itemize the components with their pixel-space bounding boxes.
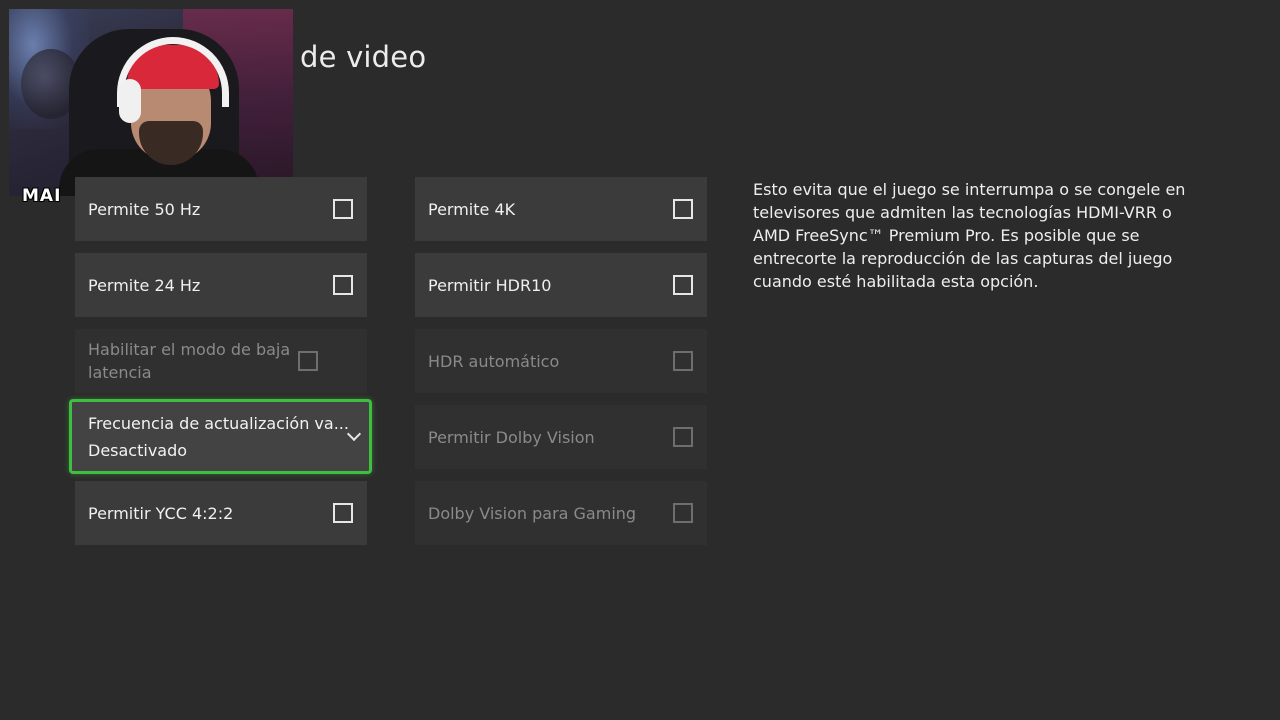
checkbox[interactable] (673, 199, 693, 219)
setting-label: Permite 50 Hz (88, 199, 201, 219)
dropdown-texts: Frecuencia de actualización va... Desact… (88, 414, 349, 460)
setting-label: Permite 4K (428, 199, 516, 219)
setting-vrr-dropdown[interactable]: Frecuencia de actualización va... Desact… (69, 399, 372, 474)
setting-permitir-hdr10[interactable]: Permitir HDR10 (415, 253, 707, 317)
setting-baja-latencia[interactable]: Habilitar el modo de baja latencia (75, 329, 367, 393)
setting-permitir-ycc[interactable]: Permitir YCC 4:2:2 (75, 481, 367, 545)
checkbox[interactable] (333, 199, 353, 219)
setting-hdr-automatico[interactable]: HDR automático (415, 329, 707, 393)
setting-label: HDR automático (428, 351, 560, 371)
setting-label: Permitir Dolby Vision (428, 427, 595, 447)
checkbox[interactable] (333, 503, 353, 523)
webcam-headphone-cup (119, 79, 141, 123)
checkbox[interactable] (298, 351, 318, 371)
setting-label: Dolby Vision para Gaming (428, 503, 637, 523)
page-title: de video (300, 40, 427, 74)
webcam-logo-tag: MAI (22, 186, 62, 206)
checkbox[interactable] (673, 427, 693, 447)
setting-label: Permitir YCC 4:2:2 (88, 503, 234, 523)
setting-permite-24hz[interactable]: Permite 24 Hz (75, 253, 367, 317)
setting-permite-4k[interactable]: Permite 4K (415, 177, 707, 241)
setting-description: Esto evita que el juego se interrumpa o … (753, 180, 1186, 291)
setting-permitir-dolby-vision[interactable]: Permitir Dolby Vision (415, 405, 707, 469)
setting-permite-50hz[interactable]: Permite 50 Hz (75, 177, 367, 241)
setting-dolby-vision-gaming[interactable]: Dolby Vision para Gaming (415, 481, 707, 545)
chevron-down-icon (346, 426, 362, 441)
checkbox[interactable] (673, 503, 693, 523)
dropdown-value: Desactivado (88, 440, 188, 460)
webcam-overlay (9, 9, 293, 196)
checkbox[interactable] (673, 351, 693, 371)
setting-label: Permite 24 Hz (88, 275, 201, 295)
video-settings-screen: de video MAI Permite 50 Hz Permite 24 Hz… (0, 0, 1280, 720)
setting-label: Habilitar el modo de baja latencia (88, 340, 291, 382)
dropdown-label: Frecuencia de actualización va... (88, 413, 349, 433)
checkbox[interactable] (333, 275, 353, 295)
setting-label: Permitir HDR10 (428, 275, 552, 295)
checkbox[interactable] (673, 275, 693, 295)
